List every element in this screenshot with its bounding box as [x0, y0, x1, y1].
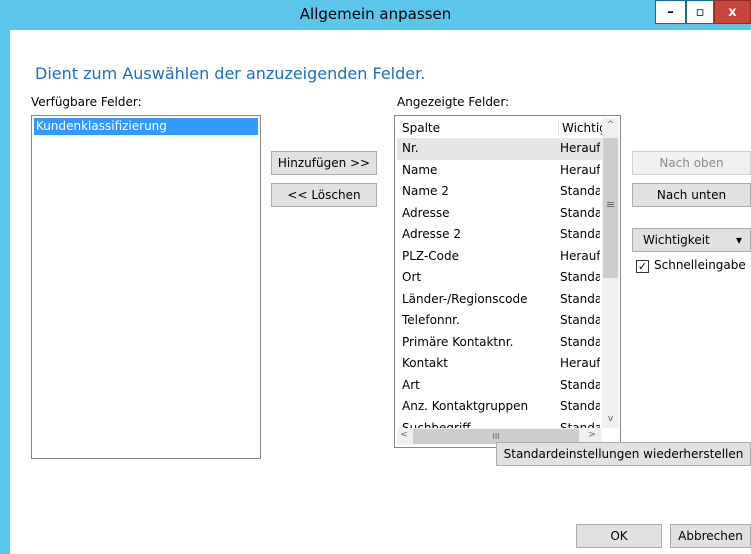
field-name-cell: PLZ-Code: [402, 248, 459, 263]
table-row[interactable]: Suchbegriff Standa: [397, 418, 611, 429]
scroll-thumb[interactable]: ≡: [603, 138, 618, 278]
importance-cell: Herauf: [560, 141, 600, 155]
list-item[interactable]: Kundenklassifizierung: [34, 118, 258, 135]
available-fields-list[interactable]: Kundenklassifizierung: [31, 115, 261, 459]
dialog-heading: Dient zum Auswählen der anzuzeigenden Fe…: [35, 64, 426, 83]
grid-rows: Nr. Herauf Name Herauf Name 2 Standa Adresse St…: [397, 138, 611, 428]
table-row[interactable]: Telefonnr. Standa: [397, 310, 611, 332]
importance-cell: Herauf: [560, 162, 600, 177]
quick-entry-label: Schnelleingabe: [654, 258, 746, 272]
importance-dropdown[interactable]: Wichtigkeit ▾: [632, 228, 751, 252]
restore-defaults-button[interactable]: Standardeinstellungen wiederherstellen: [496, 442, 751, 466]
importance-cell: Standa: [560, 399, 600, 413]
column-header-importance[interactable]: Wichtig: [558, 121, 604, 135]
table-row[interactable]: Länder-/Regionscode Standa: [397, 289, 611, 311]
importance-cell: Standa: [560, 270, 600, 284]
minimize-button[interactable]: –: [655, 0, 686, 24]
window-border: [0, 0, 10, 554]
table-row[interactable]: Adresse Standa: [397, 203, 611, 225]
window-title: Allgemein anpassen: [299, 5, 452, 23]
field-name-cell: Nr.: [402, 141, 419, 155]
scroll-left-icon[interactable]: <: [397, 430, 411, 440]
available-fields-label: Verfügbare Felder:: [31, 95, 142, 109]
importance-cell: Standa: [560, 227, 600, 241]
field-name-cell: Name 2: [402, 184, 449, 198]
table-row[interactable]: PLZ-Code Herauf: [397, 246, 611, 268]
table-row[interactable]: Art Standa: [397, 375, 611, 397]
field-name-cell: Länder-/Regionscode: [402, 291, 528, 306]
scroll-down-icon[interactable]: v: [602, 414, 619, 424]
importance-cell: Herauf: [560, 248, 600, 263]
importance-cell: Standa: [560, 184, 600, 198]
move-down-button[interactable]: Nach unten: [632, 183, 751, 207]
field-name-cell: Kontakt: [402, 356, 448, 370]
close-button[interactable]: x: [714, 0, 751, 24]
field-name-cell: Name: [402, 162, 438, 177]
field-name-cell: Adresse 2: [402, 227, 462, 241]
grid-header: Spalte Wichtig: [397, 118, 611, 139]
importance-dropdown-label: Wichtigkeit: [643, 233, 710, 247]
displayed-fields-grid[interactable]: Spalte Wichtig Nr. Herauf Name Herauf Name 2…: [394, 115, 621, 448]
table-row[interactable]: Ort Standa: [397, 267, 611, 289]
importance-cell: Standa: [560, 420, 600, 429]
table-row[interactable]: Kontakt Herauf: [397, 353, 611, 375]
importance-cell: Standa: [560, 291, 600, 306]
table-row[interactable]: Anz. Kontaktgruppen Standa: [397, 396, 611, 418]
field-name-cell: Suchbegriff: [402, 420, 471, 429]
maximize-button[interactable]: ▫: [686, 0, 714, 24]
table-row[interactable]: Adresse 2 Standa: [397, 224, 611, 246]
dialog-content: Dient zum Auswählen der anzuzeigenden Fe…: [10, 30, 751, 554]
importance-cell: Standa: [560, 334, 600, 349]
grip-icon: ≡: [605, 198, 616, 211]
field-name-cell: Ort: [402, 270, 422, 284]
customize-dialog: Allgemein anpassen – ▫ x Dient zum Auswä…: [0, 0, 751, 554]
field-name-cell: Telefonnr.: [402, 313, 460, 327]
table-row[interactable]: Primäre Kontaktnr. Standa: [397, 332, 611, 354]
cancel-button[interactable]: Abbrechen: [670, 524, 751, 548]
importance-cell: Herauf: [560, 356, 600, 370]
scroll-up-icon[interactable]: ^: [602, 120, 619, 130]
table-row[interactable]: Name Herauf: [397, 160, 611, 182]
quick-entry-checkbox[interactable]: ✓: [636, 260, 649, 273]
move-up-button[interactable]: Nach oben: [632, 151, 751, 175]
table-row[interactable]: Nr. Herauf: [397, 138, 611, 160]
ok-button[interactable]: OK: [576, 524, 662, 548]
table-row[interactable]: Name 2 Standa: [397, 181, 611, 203]
column-header-field[interactable]: Spalte: [402, 121, 440, 135]
field-name-cell: Adresse: [402, 205, 450, 220]
importance-cell: Standa: [560, 313, 600, 327]
dropdown-arrow-icon: ▾: [735, 233, 742, 247]
field-name-cell: Primäre Kontaktnr.: [402, 334, 514, 349]
importance-cell: Standa: [560, 205, 600, 220]
field-name-cell: Art: [402, 377, 420, 392]
displayed-fields-label: Angezeigte Felder:: [397, 95, 510, 109]
scroll-right-icon[interactable]: >: [583, 430, 601, 440]
vertical-scrollbar[interactable]: ^ ≡ v: [602, 118, 619, 428]
importance-cell: Standa: [560, 377, 600, 392]
field-name-cell: Anz. Kontaktgruppen: [402, 399, 529, 413]
remove-button[interactable]: << Löschen: [271, 183, 377, 207]
title-bar[interactable]: Allgemein anpassen – ▫ x: [0, 0, 751, 30]
add-button[interactable]: Hinzufügen >>: [271, 151, 377, 175]
